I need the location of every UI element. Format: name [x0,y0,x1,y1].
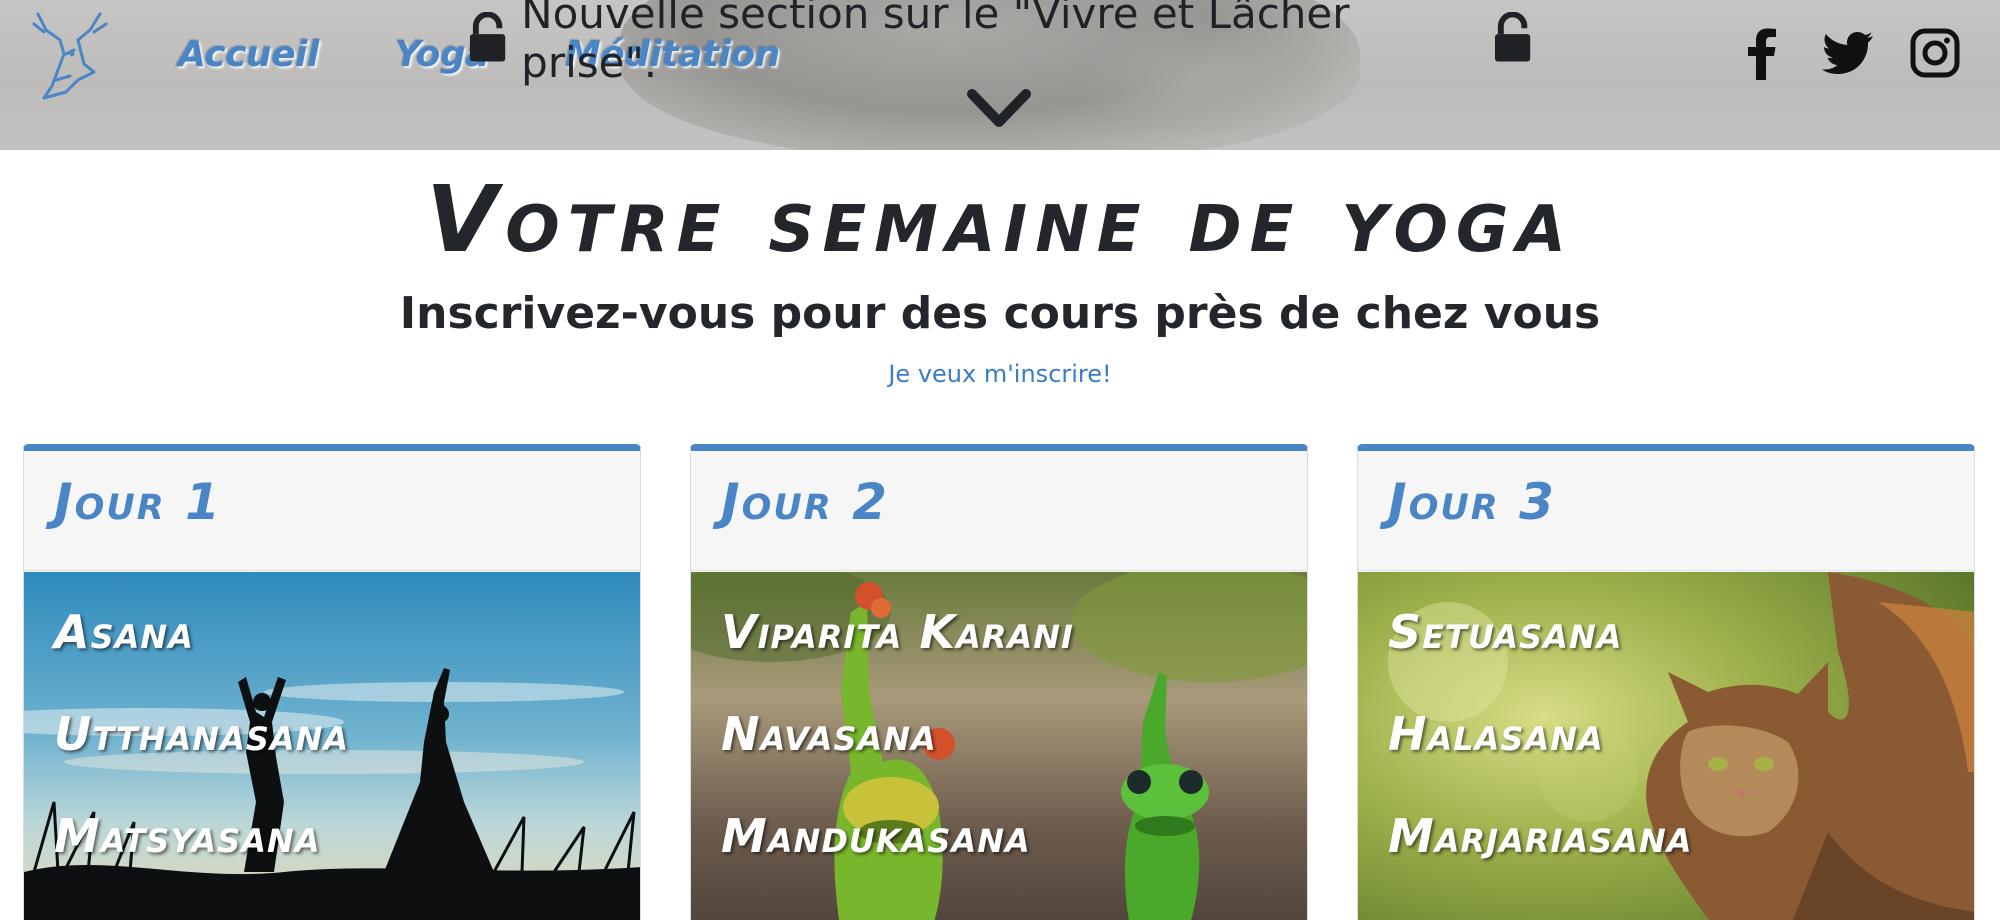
day-card-title: Jour 3 [1388,473,1556,531]
deer-logo-icon[interactable] [30,10,112,102]
page-title: Votre semaine de yoga [426,166,1574,273]
instagram-icon[interactable] [1910,26,1960,80]
unlock-icon [1494,12,1531,62]
pose-item: Utthanasana [54,707,350,761]
pose-item: Navasana [721,707,937,761]
day-card: Jour 2 Viparita Karani Navasana Mandukas… [690,444,1308,920]
day-card-image: Viparita Karani Navasana Mandukasana [691,572,1307,920]
nav-link-accueil[interactable]: Accueil [178,34,319,75]
pose-item: Viparita Karani [721,605,1074,659]
unlock-icon [469,12,506,62]
day-card-title: Jour 2 [721,473,889,531]
day-card-header: Jour 1 [24,451,640,571]
day-card-title: Jour 1 [54,473,222,531]
pose-item: Halasana [1388,707,1604,761]
pose-list: Asana Utthanasana Matsyasana [54,602,349,908]
day-card-image: Asana Utthanasana Matsyasana [24,572,640,920]
day-card-header: Jour 2 [691,451,1307,571]
signup-link[interactable]: Je veux m'inscrire! [888,360,1111,388]
pose-item: Asana [54,605,194,659]
site-header: Accueil Yoga Méditation Nouvelle section… [0,0,2000,150]
chevron-down-icon[interactable] [966,86,1032,132]
facebook-icon[interactable] [1736,26,1786,80]
day-card-image: Setuasana Halasana Marjariasana [1358,572,1974,920]
announcement-banner[interactable]: Nouvelle section sur le "Vivre et Lâcher… [468,0,1532,87]
pose-item: Marjariasana [1388,809,1693,863]
social-links [1736,26,1960,80]
day-card-header: Jour 3 [1358,451,1974,571]
page-subtitle: Inscrivez-vous pour des cours près de ch… [399,288,1601,339]
pose-list: Setuasana Halasana Marjariasana [1388,602,1693,908]
pose-item: Setuasana [1388,605,1623,659]
pose-item: Matsyasana [54,809,321,863]
pose-item: Mandukasana [721,809,1031,863]
day-card: Jour 3 Setuasana Halasana Marjariasana [1357,444,1975,920]
twitter-icon[interactable] [1820,26,1876,80]
pose-list: Viparita Karani Navasana Mandukasana [721,602,1074,908]
day-card: Jour 1 Asana Utthanasana Matsyasana [23,444,641,920]
signup-row: Je veux m'inscrire! [0,360,2000,388]
announcement-text: Nouvelle section sur le "Vivre et Lâcher… [521,0,1350,87]
